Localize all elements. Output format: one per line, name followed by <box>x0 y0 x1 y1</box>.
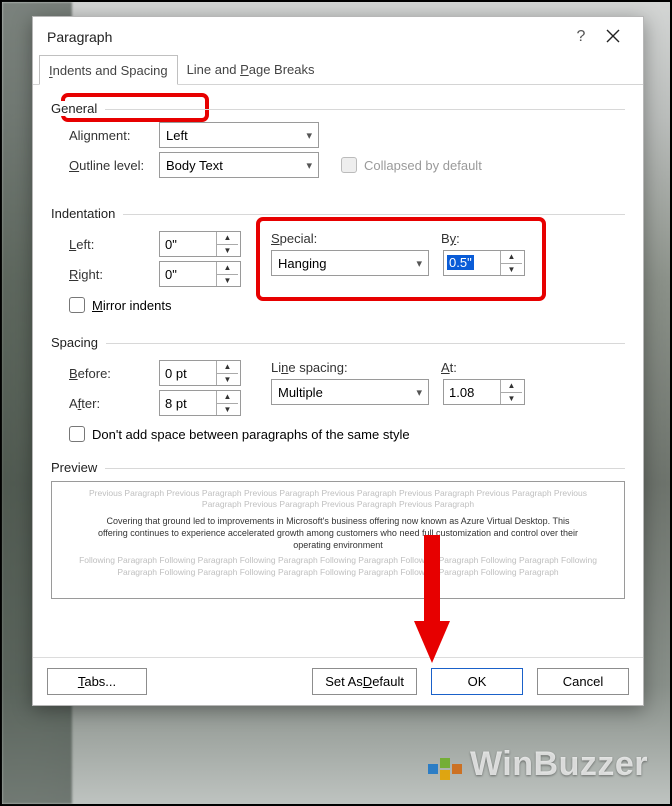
chevron-down-icon: ▾ <box>306 159 312 172</box>
preview-previous-text: Previous Paragraph Previous Paragraph Pr… <box>70 488 606 511</box>
indent-right-label: Right: <box>69 267 159 282</box>
set-default-button[interactable]: Set As Default <box>312 668 417 695</box>
help-button[interactable]: ? <box>565 28 597 46</box>
at-input[interactable] <box>444 380 500 404</box>
spinner-up-icon[interactable]: ▲ <box>217 391 238 404</box>
indent-left-input[interactable] <box>160 232 216 256</box>
by-spinner[interactable]: 0.5" ▲▼ <box>443 250 525 276</box>
tab-line-page-breaks[interactable]: Line and Page Breaks <box>178 55 324 84</box>
preview-sample-text: Covering that ground led to improvements… <box>94 515 582 551</box>
ok-button[interactable]: OK <box>431 668 523 695</box>
section-spacing: Spacing <box>51 335 625 350</box>
before-input[interactable] <box>160 361 216 385</box>
tabs-button[interactable]: Tabs... <box>47 668 147 695</box>
close-icon <box>606 29 620 43</box>
line-spacing-select[interactable]: Multiple ▾ <box>271 379 429 405</box>
chevron-down-icon: ▾ <box>416 386 422 399</box>
close-button[interactable] <box>597 29 629 46</box>
paragraph-dialog: Paragraph ? Indents and Spacing Line and… <box>32 16 644 706</box>
section-general: General <box>51 101 625 116</box>
spinner-up-icon[interactable]: ▲ <box>501 251 522 264</box>
outline-level-select[interactable]: Body Text ▾ <box>159 152 319 178</box>
spinner-up-icon[interactable]: ▲ <box>217 232 238 245</box>
spinner-down-icon[interactable]: ▼ <box>217 245 238 257</box>
button-bar: Tabs... Set As Default OK Cancel <box>33 657 643 705</box>
spinner-down-icon[interactable]: ▼ <box>501 393 522 405</box>
spinner-down-icon[interactable]: ▼ <box>217 275 238 287</box>
alignment-label: Alignment: <box>69 128 159 143</box>
preview-box: Previous Paragraph Previous Paragraph Pr… <box>51 481 625 599</box>
special-select[interactable]: Hanging ▾ <box>271 250 429 276</box>
outline-level-label: Outline level: <box>69 158 159 173</box>
logo-icon <box>426 748 464 782</box>
after-input[interactable] <box>160 391 216 415</box>
spinner-up-icon[interactable]: ▲ <box>217 361 238 374</box>
collapsed-checkbox: Collapsed by default <box>341 157 482 173</box>
indent-left-spinner[interactable]: ▲▼ <box>159 231 241 257</box>
content-area: General Alignment: Left ▾ Outline level:… <box>33 85 643 475</box>
tab-bar: Indents and Spacing Line and Page Breaks <box>33 55 643 85</box>
section-preview: Preview <box>51 460 625 475</box>
spinner-down-icon[interactable]: ▼ <box>217 404 238 416</box>
after-label: After: <box>69 396 159 411</box>
chevron-down-icon: ▾ <box>416 257 422 270</box>
watermark: WinBuzzer <box>426 745 648 784</box>
before-label: Before: <box>69 366 159 381</box>
after-spinner[interactable]: ▲▼ <box>159 390 241 416</box>
spinner-up-icon[interactable]: ▲ <box>501 380 522 393</box>
special-label: Special: <box>271 231 441 246</box>
at-spinner[interactable]: ▲▼ <box>443 379 525 405</box>
by-label: By: <box>441 231 460 246</box>
indent-left-label: Left: <box>69 237 159 252</box>
before-spinner[interactable]: ▲▼ <box>159 360 241 386</box>
cancel-button[interactable]: Cancel <box>537 668 629 695</box>
chevron-down-icon: ▾ <box>306 129 312 142</box>
spinner-down-icon[interactable]: ▼ <box>501 264 522 276</box>
mirror-indents-checkbox[interactable]: Mirror indents <box>69 297 625 313</box>
section-indentation: Indentation <box>51 206 625 221</box>
no-space-same-style-checkbox[interactable]: Don't add space between paragraphs of th… <box>69 426 625 442</box>
title-bar: Paragraph ? <box>33 17 643 57</box>
window-title: Paragraph <box>47 29 565 45</box>
at-label: At: <box>441 360 457 375</box>
alignment-select[interactable]: Left ▾ <box>159 122 319 148</box>
tab-indents-spacing[interactable]: Indents and Spacing <box>39 55 178 85</box>
indent-right-input[interactable] <box>160 262 216 286</box>
spinner-up-icon[interactable]: ▲ <box>217 262 238 275</box>
spinner-down-icon[interactable]: ▼ <box>217 374 238 386</box>
line-spacing-label: Line spacing: <box>271 360 441 375</box>
indent-right-spinner[interactable]: ▲▼ <box>159 261 241 287</box>
preview-following-text: Following Paragraph Following Paragraph … <box>70 555 606 578</box>
